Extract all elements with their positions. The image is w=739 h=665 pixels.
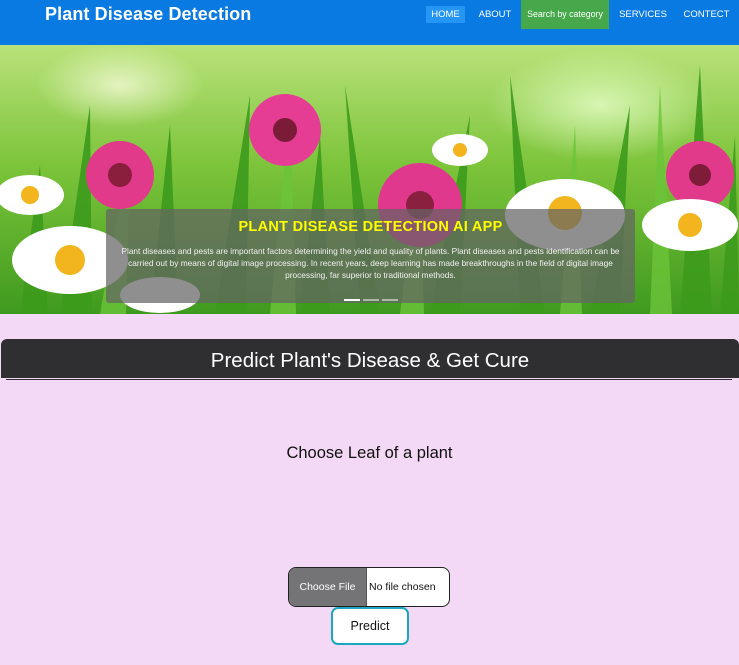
hero-carousel[interactable]: PLANT DISEASE DETECTION AI APP Plant dis… [0,45,739,314]
carousel-caption: PLANT DISEASE DETECTION AI APP Plant dis… [106,209,635,303]
carousel-title: PLANT DISEASE DETECTION AI APP [238,219,503,235]
predict-header: Predict Plant's Disease & Get Cure [1,339,739,378]
nav-about[interactable]: ABOUT [477,6,513,23]
predict-heading: Predict Plant's Disease & Get Cure [210,349,530,372]
navbar: Plant Disease Detection HOME ABOUT Searc… [0,0,739,45]
divider [6,379,732,380]
carousel-indicator-1[interactable] [344,299,360,301]
choose-leaf-label: Choose Leaf of a plant [286,444,453,462]
carousel-text: Plant diseases and pests are important f… [121,246,620,281]
predict-button[interactable]: Predict [331,607,409,645]
nav-services[interactable]: SERVICES [617,6,669,23]
nav-search-by-category[interactable]: Search by category [521,0,609,29]
choose-file-button[interactable]: Choose File [289,568,367,606]
carousel-indicator-2[interactable] [363,299,379,301]
nav-contect[interactable]: CONTECT [682,6,731,23]
carousel-indicator-3[interactable] [382,299,398,301]
nav-home[interactable]: HOME [426,6,465,23]
file-status: No file chosen [369,581,436,593]
brand-title[interactable]: Plant Disease Detection [45,4,251,25]
file-input[interactable]: Choose File No file chosen [288,567,450,607]
